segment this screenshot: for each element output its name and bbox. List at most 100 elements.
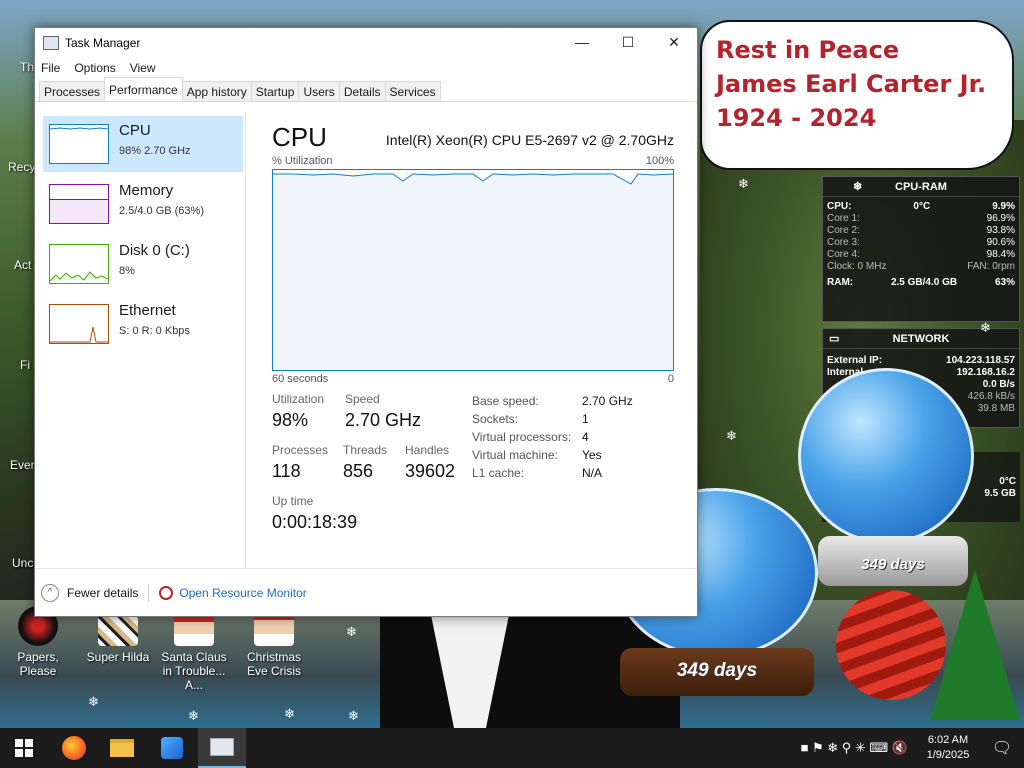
days-counter-left: 349 days (676, 660, 758, 681)
spec-key: Sockets: (472, 412, 519, 426)
cpu-model: Intel(R) Xeon(R) CPU E5-2697 v2 @ 2.70GH… (385, 132, 674, 148)
stat-processes: Processes 118 (272, 443, 328, 482)
system-tray: ■ ⚑ ❄ ⚲ ✳ ⌨ 🔇 6:02 AM 1/9/2025 🗨 (801, 728, 1024, 768)
gadget-title: NETWORK (892, 332, 950, 345)
title-bar[interactable]: Task Manager — ☐ ✕ (35, 28, 697, 58)
stat-label: Utilization (272, 392, 325, 406)
menu-file[interactable]: File (41, 61, 60, 75)
resource-monitor-icon (159, 585, 174, 600)
spec-value: N/A (582, 466, 603, 480)
snowflake-icon: ❄ (348, 708, 359, 723)
max-axis-label: 100% (645, 155, 674, 167)
stat-value: 118 (272, 461, 301, 481)
resource-disk[interactable]: Disk 0 (C:) 8% (43, 236, 243, 292)
stat-utilization: Utilization 98% (272, 392, 324, 431)
spec-key: Virtual machine: (472, 448, 558, 462)
taskbar-task-manager[interactable] (198, 728, 246, 768)
clock-time: 6:02 AM (927, 734, 969, 746)
maximize-button[interactable]: ☐ (605, 28, 651, 56)
desktop-icon-label[interactable]: Recy (8, 160, 35, 174)
stat-value: 39602 (405, 461, 456, 481)
core-value: 98.4% (986, 249, 1015, 260)
net-total: 39.8 MB (977, 403, 1015, 414)
desktop-icon-label: Christmas Eve Crisis (246, 650, 301, 678)
taskbar-firefox[interactable] (50, 728, 98, 768)
desktop-icon-label[interactable]: Ever (10, 458, 35, 472)
christmas-candy-decoration (836, 590, 946, 700)
clock-date: 1/9/2025 (926, 749, 970, 761)
fewer-details-button[interactable]: ^ Fewer details (41, 583, 139, 602)
notification-icon[interactable]: 🗨 (980, 728, 1024, 768)
utilization-axis-label: % Utilization (272, 155, 333, 167)
tab-users[interactable]: Users (298, 81, 340, 101)
tab-startup[interactable]: Startup (250, 81, 300, 101)
snowflake-icon: ❄ (980, 320, 991, 335)
menu-options[interactable]: Options (74, 61, 115, 75)
tab-strip: Processes Performance App history Startu… (35, 77, 697, 102)
taskbar: ■ ⚑ ❄ ⚲ ✳ ⌨ 🔇 6:02 AM 1/9/2025 🗨 (0, 728, 1024, 768)
resource-cpu[interactable]: CPU 98% 2.70 GHz (43, 116, 243, 172)
tab-app-history[interactable]: App history (181, 81, 252, 101)
resource-name: Memory (119, 182, 174, 199)
stat-threads: Threads 856 (343, 443, 387, 482)
external-ip-label: External IP: (827, 355, 883, 366)
task-manager-icon (210, 738, 234, 756)
resource-memory[interactable]: Memory 2.5/4.0 GB (63%) (43, 176, 243, 232)
spec-key: Base speed: (472, 394, 539, 408)
drive-size: 9.5 GB (984, 488, 1016, 499)
spec-value: Yes (582, 448, 602, 462)
memorial-line-3: 1924 - 2024 (716, 104, 877, 132)
task-manager-icon (43, 36, 59, 50)
spec-value: 1 (582, 412, 589, 426)
spec-key: Virtual processors: (472, 430, 572, 444)
core-value: 90.6% (986, 237, 1015, 248)
memorial-line-1: Rest in Peace (716, 36, 900, 64)
core-label: Core 4: (827, 249, 860, 260)
close-button[interactable]: ✕ (651, 28, 697, 56)
stat-label: Up time (272, 494, 314, 508)
cpu-graph-svg (273, 170, 673, 370)
cpu-detail-panel: CPU Intel(R) Xeon(R) CPU E5-2697 v2 @ 2.… (272, 122, 682, 532)
tab-processes[interactable]: Processes (39, 81, 106, 101)
task-manager-window[interactable]: Task Manager — ☐ ✕ File Options View Pro… (34, 27, 698, 617)
open-resource-monitor-link[interactable]: Open Resource Monitor (159, 585, 307, 600)
stat-speed: Speed 2.70 GHz (345, 392, 421, 431)
cpu-ram-gadget[interactable]: ❄ CPU-RAM CPU: 0°C 9.9% Core 1: 96.9% Core 2… (822, 176, 1020, 322)
ram-value: 2.5 GB/4.0 GB (890, 277, 958, 288)
taskbar-file-explorer[interactable] (98, 728, 146, 768)
desktop-icon-santa-claus[interactable]: Santa Claus in Trouble... A... (156, 606, 232, 692)
ram-label: RAM: (827, 277, 854, 288)
desktop-icon-label[interactable]: Act (14, 258, 31, 272)
spec-value: 2.70 GHz (582, 394, 633, 408)
start-button[interactable] (0, 728, 48, 768)
tab-services[interactable]: Services (384, 81, 441, 101)
cpu-value: 9.9% (992, 201, 1015, 212)
stat-handles: Handles 39602 (405, 443, 455, 482)
spec-value: 4 (582, 430, 589, 444)
clock[interactable]: 6:02 AM 1/9/2025 (916, 733, 980, 763)
taskbar-app[interactable] (148, 728, 196, 768)
resource-sub: 98% 2.70 GHz (119, 145, 191, 157)
cpu-thumbnail-graph (49, 124, 109, 164)
menu-view[interactable]: View (130, 61, 156, 75)
resource-ethernet[interactable]: Ethernet S: 0 R: 0 Kbps (43, 296, 243, 352)
desktop-icon-label[interactable]: Fi (20, 358, 30, 372)
stat-value: 0:00:18:39 (272, 512, 358, 532)
tab-details[interactable]: Details (338, 81, 386, 101)
resource-name: Ethernet (119, 302, 176, 319)
fewer-details-label: Fewer details (67, 585, 139, 600)
stat-label: Processes (272, 443, 329, 457)
app-icon (161, 737, 183, 759)
cpu-temp: 0°C (913, 201, 931, 212)
tab-performance[interactable]: Performance (104, 77, 183, 101)
monitor-icon: ▭ (829, 333, 840, 345)
stat-label: Handles (405, 443, 450, 457)
snowflake-icon: ❄ (738, 176, 749, 191)
folder-icon (110, 739, 134, 757)
desktop-icon-label[interactable]: Unc (12, 556, 33, 570)
minimize-button[interactable]: — (559, 28, 605, 56)
stat-value: 98% (272, 410, 309, 430)
spec-key: L1 cache: (472, 466, 525, 480)
tray-icons[interactable]: ■ ⚑ ❄ ⚲ ✳ ⌨ 🔇 (801, 740, 908, 756)
desktop-icon-label: Papers, Please (17, 650, 59, 678)
